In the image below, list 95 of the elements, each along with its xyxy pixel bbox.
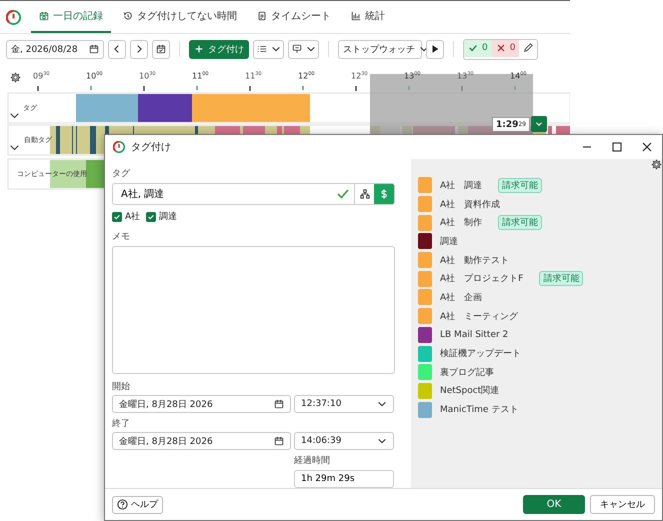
- tag-name[interactable]: A社 制作: [440, 216, 482, 230]
- tag-name[interactable]: ManicTime テスト: [440, 403, 518, 416]
- logo-icon: [6, 10, 21, 24]
- check-icon: [468, 43, 478, 53]
- memo-field[interactable]: [112, 246, 395, 374]
- play-button[interactable]: [426, 40, 444, 58]
- calendar-icon: [89, 44, 99, 54]
- check-icon: [336, 187, 350, 201]
- pencil-icon: [523, 43, 534, 53]
- checkbox-label: 調達: [159, 210, 178, 224]
- add-tag-button[interactable]: タグ付け: [189, 40, 249, 58]
- time-dropdown[interactable]: 14:06:39: [294, 432, 394, 450]
- checkbox-label: A社: [125, 210, 140, 224]
- tag-icon: [292, 44, 302, 54]
- time-label: 11$^{30}$: [245, 71, 262, 81]
- logo-icon: [113, 141, 125, 153]
- plus-icon: [194, 44, 204, 54]
- time-label: 10$^{00}$: [86, 71, 103, 81]
- help-button[interactable]: ヘルプ: [112, 496, 163, 514]
- time-label: 09$^{30}$: [33, 71, 50, 81]
- calendar-icon: [156, 44, 166, 54]
- tag-name[interactable]: A社 動作テスト: [440, 254, 510, 267]
- billable-badge: 請求可能: [539, 271, 584, 286]
- today-button[interactable]: [152, 40, 170, 58]
- chevron-down-icon: [306, 44, 316, 54]
- chevron-down-icon: [377, 436, 387, 446]
- tag-bar-drawing[interactable]: [76, 94, 310, 122]
- history-icon: [123, 11, 133, 21]
- duration-dropdown[interactable]: [531, 116, 547, 132]
- calendar-icon: [274, 399, 284, 409]
- chart-icon: [351, 11, 361, 21]
- time-label: 10$^{30}$: [139, 71, 156, 81]
- settings-icon[interactable]: [10, 72, 21, 83]
- dollar-icon: [379, 189, 389, 199]
- billable-badge: 請求可能: [498, 215, 542, 230]
- cross-icon: [496, 43, 506, 53]
- field-label: タグ: [112, 168, 131, 180]
- calendar-icon: [39, 11, 49, 21]
- tag-name[interactable]: A社 調達: [440, 178, 482, 192]
- rejected-count[interactable]: 0: [492, 40, 520, 56]
- tag-field[interactable]: A社, 調達: [112, 183, 395, 205]
- dialog-title: タグ付け: [131, 141, 171, 154]
- checkbox[interactable]: [112, 212, 122, 222]
- tag-name[interactable]: A社 資料作成: [440, 198, 500, 211]
- date-field[interactable]: 金曜日, 8月28日 2026: [112, 432, 291, 450]
- tag-filter-dropdown[interactable]: [288, 40, 319, 58]
- tag-name[interactable]: A社 ミーティング: [440, 310, 518, 323]
- elapsed-field[interactable]: 1h 29m 29s: [294, 470, 394, 488]
- tag-name[interactable]: 検証機アップデート: [440, 347, 521, 360]
- field-label: 終了: [112, 418, 131, 430]
- chevron-down-icon: [377, 399, 387, 409]
- chevron-down-icon[interactable]: [10, 145, 19, 151]
- settings-icon[interactable]: [651, 159, 662, 170]
- help-icon: [117, 499, 128, 510]
- chevron-down-icon[interactable]: [10, 113, 19, 119]
- computer-usage-bar-drawing[interactable]: [50, 160, 104, 188]
- approved-count[interactable]: 0: [464, 40, 492, 56]
- time-label: 11$^{00}$: [192, 71, 209, 81]
- time-label: 12$^{00}$: [298, 71, 315, 81]
- calendar-icon: [274, 436, 284, 446]
- time-label: 13$^{00}$: [404, 71, 421, 81]
- chevron-down-icon: [270, 44, 280, 54]
- billable-badge: 請求可能: [498, 178, 542, 193]
- chevron-down-icon: [419, 44, 429, 54]
- checkbox[interactable]: [146, 212, 156, 222]
- play-icon: [430, 44, 440, 54]
- tag-name[interactable]: A社 企画: [440, 290, 482, 304]
- tag-name[interactable]: NetSpoct関連: [440, 384, 500, 398]
- field-label: 経過時間: [294, 454, 331, 467]
- tab[interactable]: 統計: [343, 2, 393, 32]
- tab[interactable]: タグ付けしてない時間: [115, 2, 245, 32]
- tab[interactable]: 一日の記録: [31, 2, 111, 32]
- tab[interactable]: タイムシート: [249, 2, 339, 32]
- sheet-icon: [257, 11, 267, 21]
- close-icon: [642, 142, 652, 152]
- next-button[interactable]: [130, 40, 148, 58]
- time-label: 14$^{00}$: [510, 71, 527, 81]
- time-dropdown[interactable]: 12:37:10: [294, 395, 394, 413]
- field-label: 開始: [112, 381, 131, 393]
- maximize-icon: [612, 142, 622, 152]
- tag-name[interactable]: 裏ブログ記事: [440, 366, 494, 379]
- tag-input[interactable]: A社, 調達: [113, 188, 336, 200]
- date-field[interactable]: 金, 2026/08/28: [6, 40, 104, 58]
- hierarchy-icon: [360, 189, 370, 199]
- tag-name[interactable]: LB Mail Sitter 2: [440, 330, 508, 340]
- date-field[interactable]: 金曜日, 8月28日 2026: [112, 395, 291, 413]
- tag-name[interactable]: A社 プロジェクトF: [440, 272, 524, 286]
- time-label: 12$^{30}$: [351, 71, 368, 81]
- tag-name[interactable]: 調達: [440, 234, 458, 248]
- field-label: メモ: [112, 230, 131, 243]
- cancel-button[interactable]: キャンセル: [590, 495, 655, 514]
- list-dropdown[interactable]: [253, 40, 284, 58]
- ok-button[interactable]: OK: [523, 495, 585, 514]
- list-icon: [256, 44, 266, 54]
- previous-button[interactable]: [108, 40, 126, 58]
